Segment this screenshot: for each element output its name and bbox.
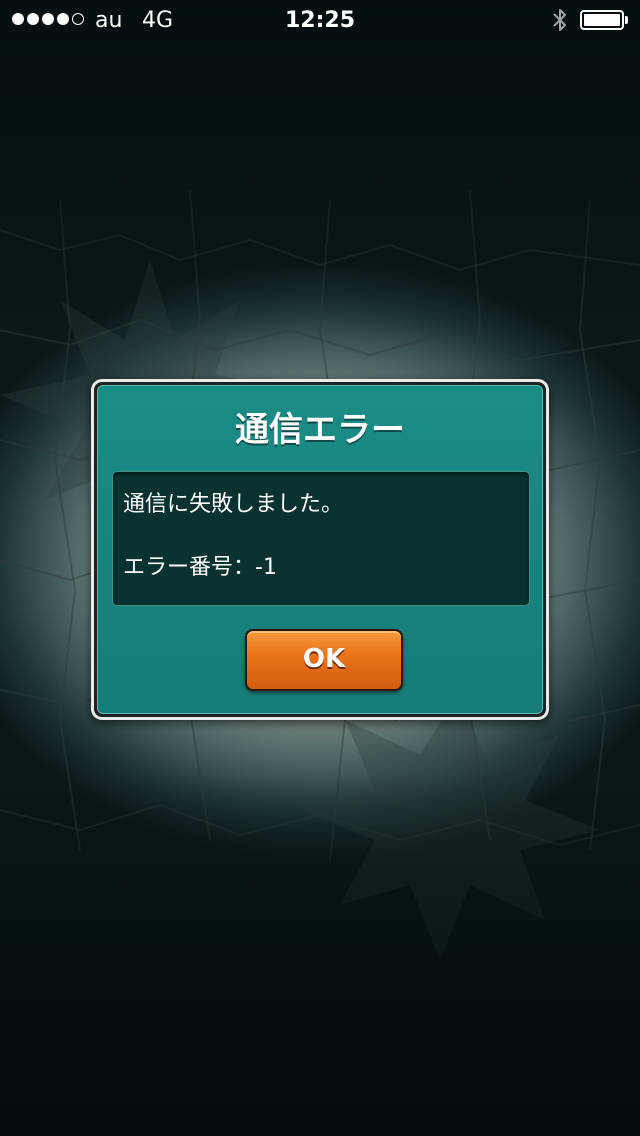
- error-dialog: 通信エラー 通信に失敗しました。 エラー番号：-1 OK: [91, 379, 549, 720]
- status-bar: au 4G 12:25: [0, 0, 640, 40]
- status-time: 12:25: [284, 8, 356, 33]
- dialog-title: 通信エラー: [235, 410, 405, 450]
- bluetooth-icon: [553, 9, 566, 31]
- ok-button[interactable]: OK: [245, 629, 403, 691]
- battery-icon: [580, 10, 624, 30]
- error-message: 通信に失敗しました。: [123, 492, 344, 517]
- error-code: エラー番号：-1: [123, 555, 277, 580]
- battery-tip: [625, 16, 628, 24]
- dialog-panel: 通信エラー 通信に失敗しました。 エラー番号：-1 OK: [97, 385, 543, 714]
- message-box: 通信に失敗しました。 エラー番号：-1: [112, 471, 530, 606]
- battery-level-fill: [584, 14, 620, 26]
